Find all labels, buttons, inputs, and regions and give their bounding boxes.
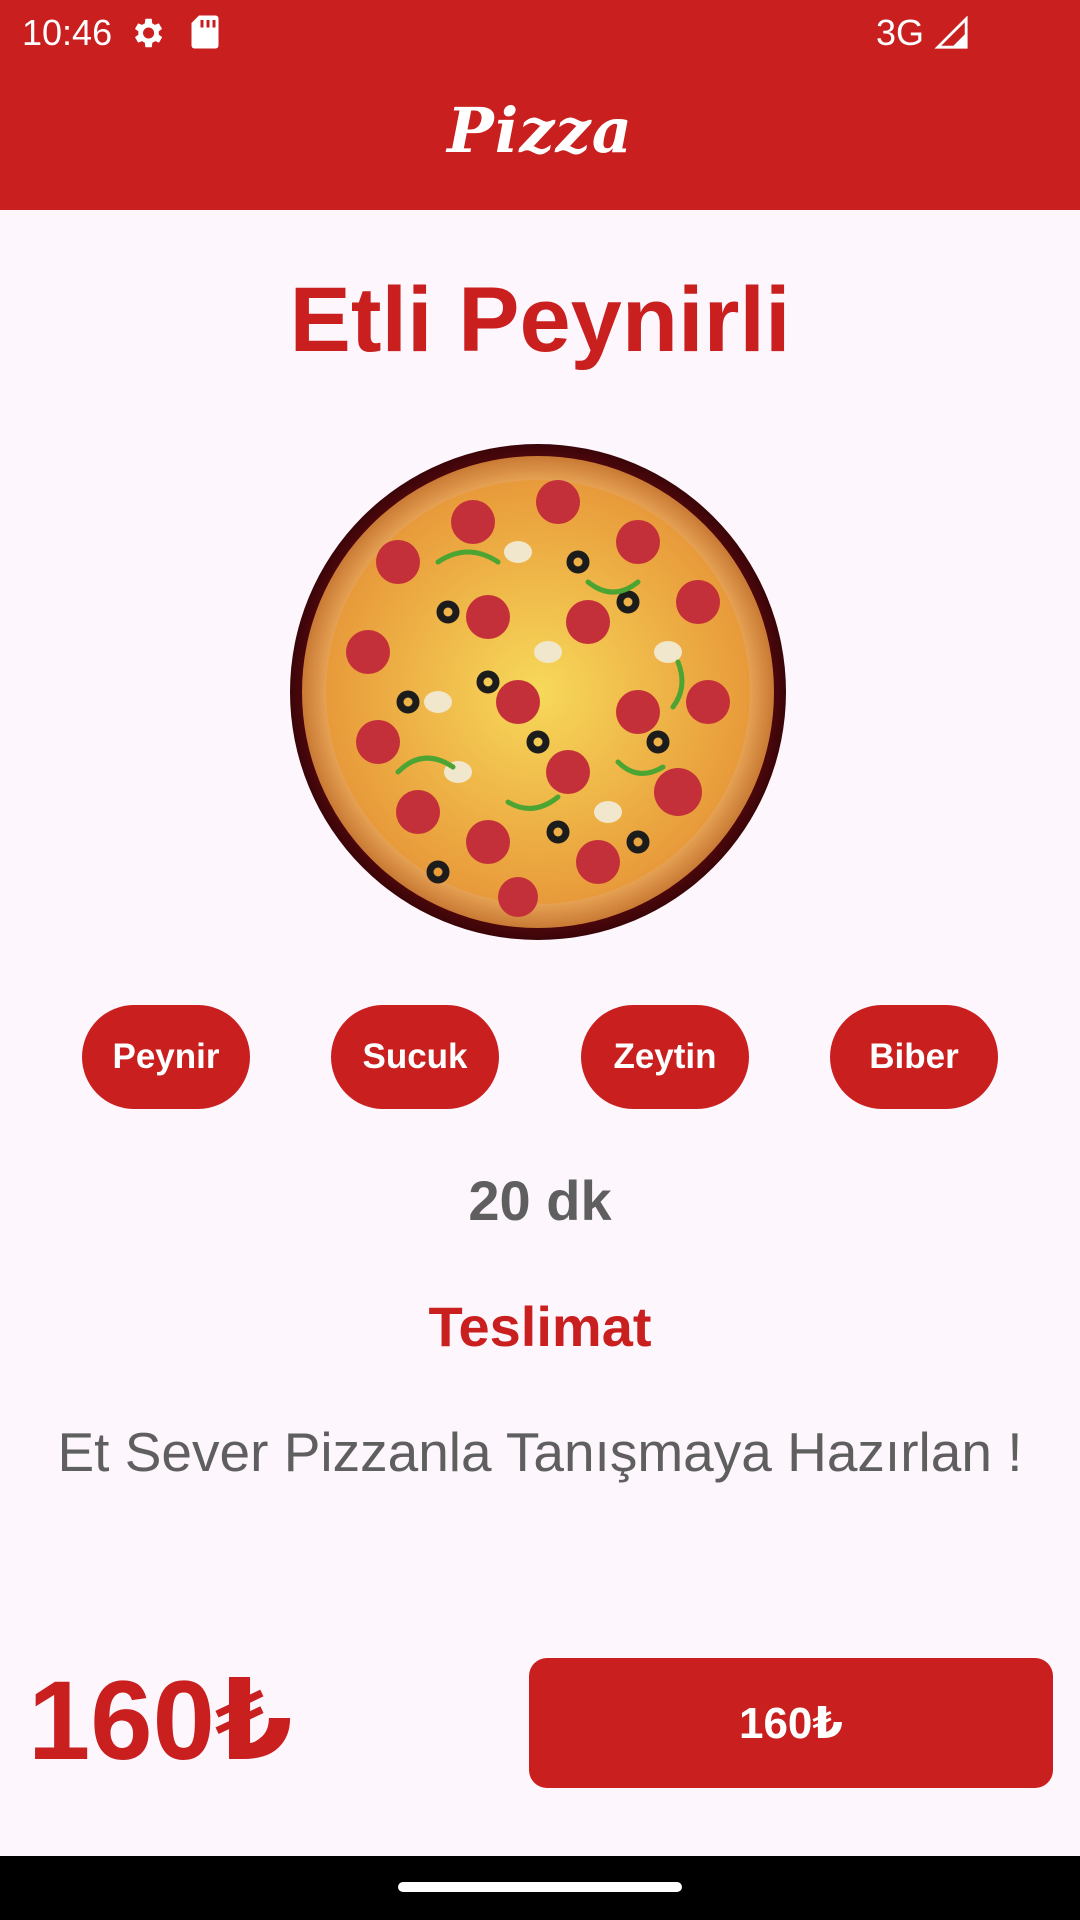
delivery-label: Teslimat — [428, 1295, 652, 1358]
navigation-bar — [0, 1856, 1080, 1920]
signal-icon — [934, 16, 968, 49]
topping-chip-sucuk[interactable]: Sucuk — [331, 1005, 499, 1109]
settings-gear-icon — [134, 18, 163, 48]
status-time: 10:46 — [22, 12, 113, 53]
pizza-image — [290, 444, 786, 940]
home-indicator[interactable] — [398, 1882, 682, 1892]
app-bar: Pizza — [0, 66, 1080, 210]
topping-chip-biber[interactable]: Biber — [830, 1005, 998, 1109]
topping-chip-zeytin[interactable]: Zeytin — [581, 1005, 749, 1109]
status-bar: 10:46 3G — [0, 0, 1080, 66]
sd-card-icon — [191, 15, 219, 49]
network-type: 3G — [876, 12, 925, 53]
topping-chip-peynir[interactable]: Peynir — [82, 1005, 250, 1109]
pizza-description: Et Sever Pizzanla Tanışmaya Hazırlan ! — [57, 1421, 1023, 1483]
app-title: Pizza — [447, 94, 633, 167]
pizza-name: Etli Peynirli — [289, 269, 791, 371]
delivery-time: 20 dk — [468, 1169, 612, 1232]
price-text: 160₺ — [28, 1658, 293, 1783]
order-button[interactable]: 160₺ — [529, 1658, 1053, 1788]
